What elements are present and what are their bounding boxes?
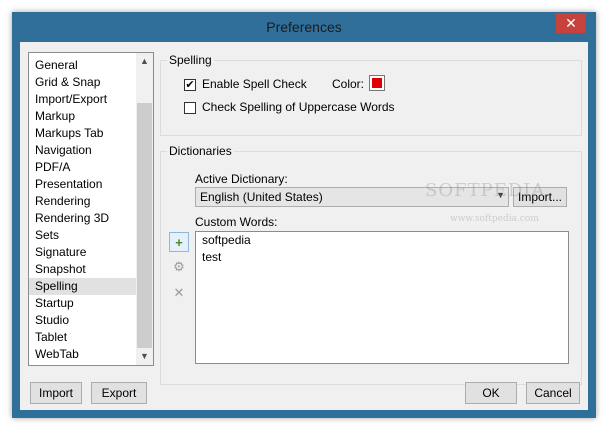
sidebar-item-snapshot[interactable]: Snapshot (29, 261, 137, 278)
ok-button[interactable]: OK (465, 382, 517, 404)
delete-word-button[interactable]: ✕ (169, 283, 189, 303)
list-item[interactable]: softpedia (196, 232, 568, 249)
active-dictionary-value: English (United States) (200, 190, 323, 204)
enable-spell-check-label[interactable]: Enable Spell Check (202, 77, 307, 91)
uppercase-spelling-label[interactable]: Check Spelling of Uppercase Words (202, 100, 395, 114)
enable-spell-check-checkbox[interactable]: ✔ (184, 79, 196, 91)
sidebar-item-grid-snap[interactable]: Grid & Snap (29, 74, 137, 91)
add-word-button[interactable]: + (169, 232, 189, 252)
sidebar-item-studio[interactable]: Studio (29, 312, 137, 329)
title-bar[interactable]: Preferences ✕ (12, 12, 596, 42)
sidebar-item-presentation[interactable]: Presentation (29, 176, 137, 193)
watermark-url: www.softpedia.com (450, 214, 539, 224)
dialog-body: General Grid & Snap Import/Export Markup Mar… (20, 42, 588, 410)
sidebar-item-sets[interactable]: Sets (29, 227, 137, 244)
list-item[interactable]: test (196, 249, 568, 266)
sidebar-item-general[interactable]: General (29, 57, 137, 74)
spelling-group: Spelling ✔ Enable Spell Check Color: Che… (160, 53, 582, 136)
dictionaries-group-label: Dictionaries (167, 144, 234, 158)
color-label: Color: (332, 77, 365, 91)
sidebar-item-tablet[interactable]: Tablet (29, 329, 137, 346)
sidebar-item-navigation[interactable]: Navigation (29, 142, 137, 159)
close-button[interactable]: ✕ (556, 13, 586, 33)
word-settings-button[interactable]: ⚙ (169, 257, 189, 277)
custom-words-list[interactable]: softpedia test (195, 231, 569, 364)
window-title: Preferences (266, 19, 342, 35)
category-list[interactable]: General Grid & Snap Import/Export Markup Mar… (28, 52, 154, 366)
active-dictionary-label: Active Dictionary: (195, 172, 288, 186)
spelling-group-label: Spelling (167, 53, 214, 67)
sidebar-item-pdf-a[interactable]: PDF/A (29, 159, 137, 176)
sidebar-item-markups-tab[interactable]: Markups Tab (29, 125, 137, 142)
cancel-button[interactable]: Cancel (526, 382, 580, 404)
export-prefs-button[interactable]: Export (91, 382, 147, 404)
close-icon: ✕ (565, 15, 577, 31)
color-picker-button[interactable] (369, 75, 385, 91)
delete-icon: ✕ (173, 285, 185, 300)
custom-words-label: Custom Words: (195, 215, 278, 229)
sidebar-item-startup[interactable]: Startup (29, 295, 137, 312)
sidebar-item-signature[interactable]: Signature (29, 244, 137, 261)
sidebar-item-rendering[interactable]: Rendering (29, 193, 137, 210)
plus-icon: + (175, 235, 183, 250)
category-items: General Grid & Snap Import/Export Markup Mar… (29, 57, 137, 363)
sidebar-item-markup[interactable]: Markup (29, 108, 137, 125)
gear-icon: ⚙ (173, 259, 185, 274)
preferences-window: Preferences ✕ General Grid & Snap Import/E… (12, 12, 596, 418)
scroll-up-arrow-icon[interactable]: ▲ (136, 53, 153, 70)
scroll-thumb[interactable] (137, 103, 152, 348)
sidebar-item-spelling[interactable]: Spelling (29, 278, 137, 295)
sidebar-item-webtab[interactable]: WebTab (29, 346, 137, 363)
scroll-down-arrow-icon[interactable]: ▼ (136, 348, 153, 365)
sidebar-item-import-export[interactable]: Import/Export (29, 91, 137, 108)
sidebar-item-rendering-3d[interactable]: Rendering 3D (29, 210, 137, 227)
uppercase-spelling-checkbox[interactable] (184, 102, 196, 114)
category-scrollbar[interactable]: ▲ ▼ (136, 53, 153, 365)
watermark-logo: SOFTPEDIA (425, 180, 546, 201)
import-prefs-button[interactable]: Import (30, 382, 82, 404)
color-swatch-fill (372, 78, 382, 88)
